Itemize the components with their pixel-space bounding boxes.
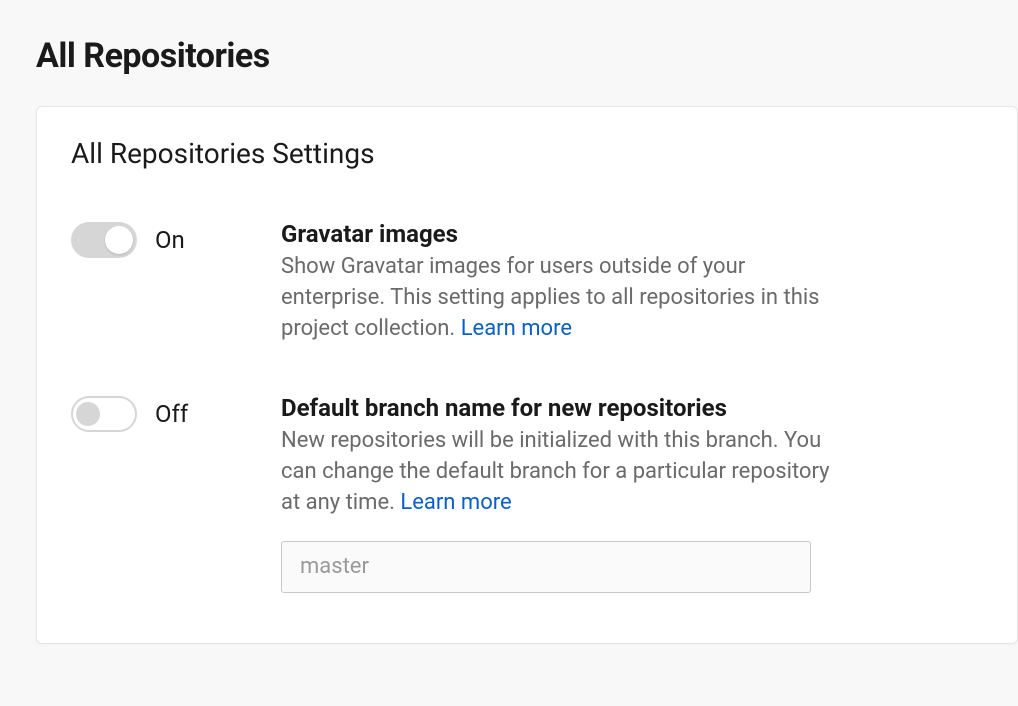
toggle-column: On bbox=[71, 220, 281, 258]
gravatar-toggle[interactable] bbox=[71, 222, 137, 258]
default-branch-learn-more-link[interactable]: Learn more bbox=[400, 490, 511, 515]
default-branch-input[interactable] bbox=[281, 541, 811, 593]
setting-content: Default branch name for new repositories… bbox=[281, 394, 841, 592]
setting-content: Gravatar images Show Gravatar images for… bbox=[281, 220, 841, 344]
toggle-knob bbox=[76, 402, 100, 426]
gravatar-title: Gravatar images bbox=[281, 220, 841, 248]
card-title: All Repositories Settings bbox=[71, 137, 983, 170]
page-title: All Repositories bbox=[36, 36, 1018, 76]
toggle-knob bbox=[105, 226, 133, 254]
default-branch-toggle[interactable] bbox=[71, 396, 137, 432]
default-branch-toggle-label: Off bbox=[155, 400, 188, 428]
gravatar-description: Show Gravatar images for users outside o… bbox=[281, 252, 841, 344]
setting-row-default-branch: Off Default branch name for new reposito… bbox=[71, 394, 983, 592]
toggle-column: Off bbox=[71, 394, 281, 432]
default-branch-description: New repositories will be initialized wit… bbox=[281, 426, 841, 518]
default-branch-title: Default branch name for new repositories bbox=[281, 394, 841, 422]
settings-card: All Repositories Settings On Gravatar im… bbox=[36, 106, 1018, 644]
gravatar-toggle-label: On bbox=[155, 226, 185, 254]
setting-row-gravatar: On Gravatar images Show Gravatar images … bbox=[71, 220, 983, 344]
gravatar-learn-more-link[interactable]: Learn more bbox=[461, 316, 572, 341]
default-branch-description-text: New repositories will be initialized wit… bbox=[281, 428, 830, 515]
